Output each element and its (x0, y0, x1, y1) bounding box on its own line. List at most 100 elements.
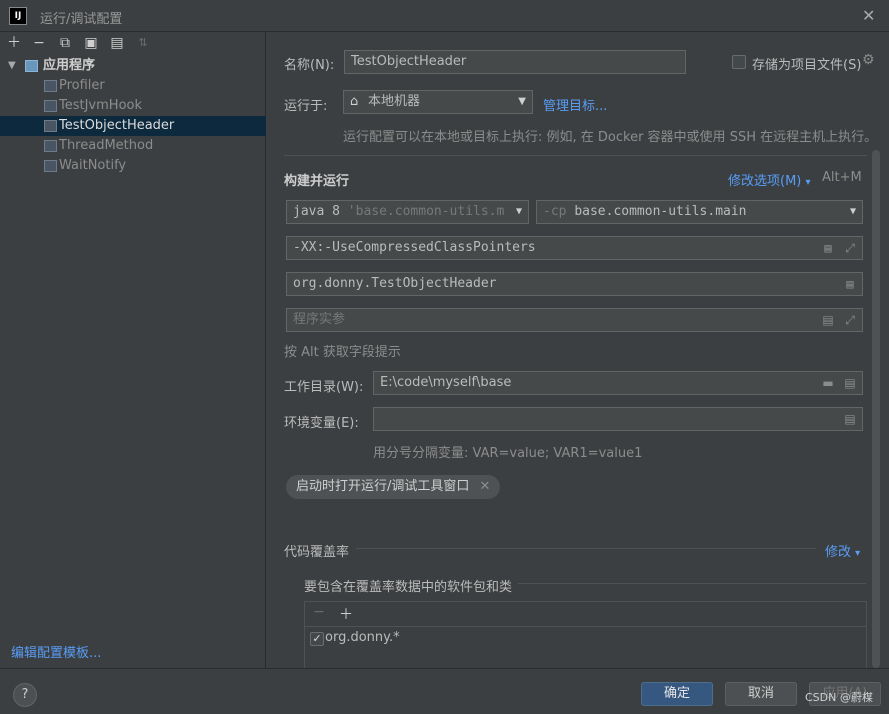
workdir-field[interactable]: E:\code\myself\base ▬ ▤ (373, 371, 863, 395)
open-tool-window-chip[interactable]: 启动时打开运行/调试工具窗口 ✕ (286, 475, 501, 499)
folder-icon[interactable]: ▬ (822, 376, 834, 390)
chevron-down-icon: ▼ (511, 201, 522, 223)
dialog-footer: ? 确定 取消 应用(A) CSDN @蔚楳 (0, 668, 889, 714)
window-title: 运行/调试配置 (40, 12, 123, 27)
scrollbar[interactable] (872, 150, 880, 668)
env-field[interactable]: ▤ (373, 407, 863, 431)
chevron-down-icon: ▼ (518, 96, 526, 107)
class-config-icon (44, 100, 57, 112)
list-icon[interactable]: ▤ (822, 241, 834, 255)
store-as-project-checkbox[interactable] (732, 55, 746, 69)
help-button[interactable]: ? (13, 683, 37, 707)
tree-root-application[interactable]: ▼ 应用程序 (0, 56, 266, 76)
build-run-title: 构建并运行 (284, 174, 350, 189)
title-bar: IJ 运行/调试配置 ✕ (0, 0, 889, 32)
cp-prefix: -cp (543, 204, 567, 219)
coverage-include-list: − ＋ ✓ org.donny.* (304, 601, 867, 671)
coverage-modify-label: 修改 (825, 545, 852, 560)
tree-item-waitnotify[interactable]: WaitNotify (0, 156, 266, 176)
jdk-select[interactable]: java 8 'base.common-utils.m ▼ (286, 200, 529, 224)
gear-icon[interactable]: ⚙ (862, 52, 875, 68)
coverage-include-label: 要包含在覆盖率数据中的软件包和类 (304, 580, 513, 595)
divider (305, 626, 866, 627)
divider (356, 548, 816, 549)
run-on-select[interactable]: ⌂ 本地机器 ▼ (343, 90, 533, 114)
config-tree-panel: ＋ − ⧉ ▣ ▤ ⇅ ▼ 应用程序 Profiler TestJvmHook … (0, 32, 266, 668)
list-icon[interactable]: ▤ (822, 313, 834, 327)
env-hint: 用分号分隔变量: VAR=value; VAR1=value1 (373, 446, 643, 461)
application-icon (25, 60, 38, 72)
workdir-value: E:\code\myself\base (380, 375, 512, 390)
run-on-hint: 运行配置可以在本地或目标上执行: 例如, 在 Docker 容器中或使用 SSH… (343, 130, 878, 145)
modify-options-link[interactable]: 修改选项(M) ▾ (728, 170, 811, 189)
class-config-icon (44, 120, 57, 132)
modify-options-label: 修改选项(M) (728, 174, 802, 189)
name-field[interactable]: TestObjectHeader (344, 50, 686, 74)
classpath-select[interactable]: -cp base.common-utils.main ▼ (536, 200, 863, 224)
chevron-down-icon: ▾ (805, 177, 811, 188)
run-on-label: 运行于: (284, 99, 328, 114)
vm-options-field[interactable]: -XX:-UseCompressedClassPointers ▤ ⤢ (286, 236, 863, 260)
tree-item-label: WaitNotify (59, 158, 127, 173)
remove-icon[interactable]: − (30, 34, 48, 52)
chip-label: 启动时打开运行/调试工具窗口 (296, 479, 470, 494)
main-class-field[interactable]: org.donny.TestObjectHeader ▤ (286, 272, 863, 296)
new-folder-icon[interactable]: ▤ (108, 34, 126, 52)
cancel-button[interactable]: 取消 (725, 682, 797, 706)
tree-item-threadmethod[interactable]: ThreadMethod (0, 136, 266, 156)
tree-item-label: TestJvmHook (59, 98, 143, 113)
watermark: CSDN @蔚楳 (805, 691, 873, 704)
alt-hint: 按 Alt 获取字段提示 (284, 345, 401, 360)
class-config-icon (44, 140, 57, 152)
copy-icon[interactable]: ⧉ (56, 34, 74, 52)
tree-item-label: ThreadMethod (59, 138, 154, 153)
expand-icon[interactable]: ⤢ (844, 313, 856, 327)
expand-icon[interactable]: ⤢ (844, 241, 856, 255)
divider (284, 155, 867, 156)
coverage-title: 代码覆盖率 (284, 545, 350, 560)
vm-options-value: -XX:-UseCompressedClassPointers (293, 240, 536, 255)
tree-toolbar: ＋ − ⧉ ▣ ▤ ⇅ (0, 32, 266, 54)
workdir-label: 工作目录(W): (284, 380, 364, 395)
main-class-value: org.donny.TestObjectHeader (293, 276, 497, 291)
jdk-module-hint: 'base.common-utils.m (347, 204, 505, 219)
tree-item-label: Profiler (59, 78, 105, 93)
program-args-placeholder: 程序实参 (293, 312, 346, 327)
tree-root-label: 应用程序 (43, 58, 96, 73)
coverage-item-checkbox[interactable]: ✓ (310, 632, 324, 646)
cp-value: base.common-utils.main (574, 204, 747, 219)
close-icon[interactable]: ✕ (480, 479, 491, 494)
manage-targets-link[interactable]: 管理目标... (543, 95, 607, 114)
tree-item-profiler[interactable]: Profiler (0, 76, 266, 96)
modify-options-shortcut: Alt+M (822, 170, 862, 185)
coverage-modify-link[interactable]: 修改 ▾ (825, 541, 860, 560)
remove-icon[interactable]: − (313, 604, 325, 620)
env-label: 环境变量(E): (284, 416, 359, 431)
run-on-value: 本地机器 (368, 94, 421, 109)
list-icon[interactable]: ▤ (844, 277, 856, 291)
add-icon[interactable]: ＋ (339, 604, 353, 624)
program-args-field[interactable]: 程序实参 ▤ ⤢ (286, 308, 863, 332)
edit-templates-link[interactable]: 编辑配置模板... (11, 642, 101, 661)
sort-icon[interactable]: ⇅ (134, 34, 152, 52)
list-icon[interactable]: ▤ (844, 376, 856, 390)
ok-button[interactable]: 确定 (641, 682, 713, 706)
chevron-down-icon[interactable]: ▼ (8, 56, 16, 76)
save-icon[interactable]: ▣ (82, 34, 100, 52)
class-config-icon (44, 160, 57, 172)
add-icon[interactable]: ＋ (5, 34, 23, 52)
store-as-project-label: 存储为项目文件(S) (752, 58, 862, 73)
intellij-icon: IJ (9, 7, 27, 25)
close-icon[interactable]: ✕ (862, 6, 875, 25)
class-config-icon (44, 80, 57, 92)
divider (518, 583, 866, 584)
jdk-value: java 8 (293, 204, 340, 219)
name-label: 名称(N): (284, 58, 335, 73)
list-icon[interactable]: ▤ (844, 412, 856, 426)
tree-item-testobjectheader[interactable]: TestObjectHeader (0, 116, 266, 136)
tree-item-testjvmhook[interactable]: TestJvmHook (0, 96, 266, 116)
coverage-item-label: org.donny.* (325, 630, 400, 645)
chevron-down-icon: ▼ (849, 206, 856, 217)
home-icon: ⌂ (350, 94, 359, 109)
chevron-down-icon: ▾ (855, 548, 861, 559)
